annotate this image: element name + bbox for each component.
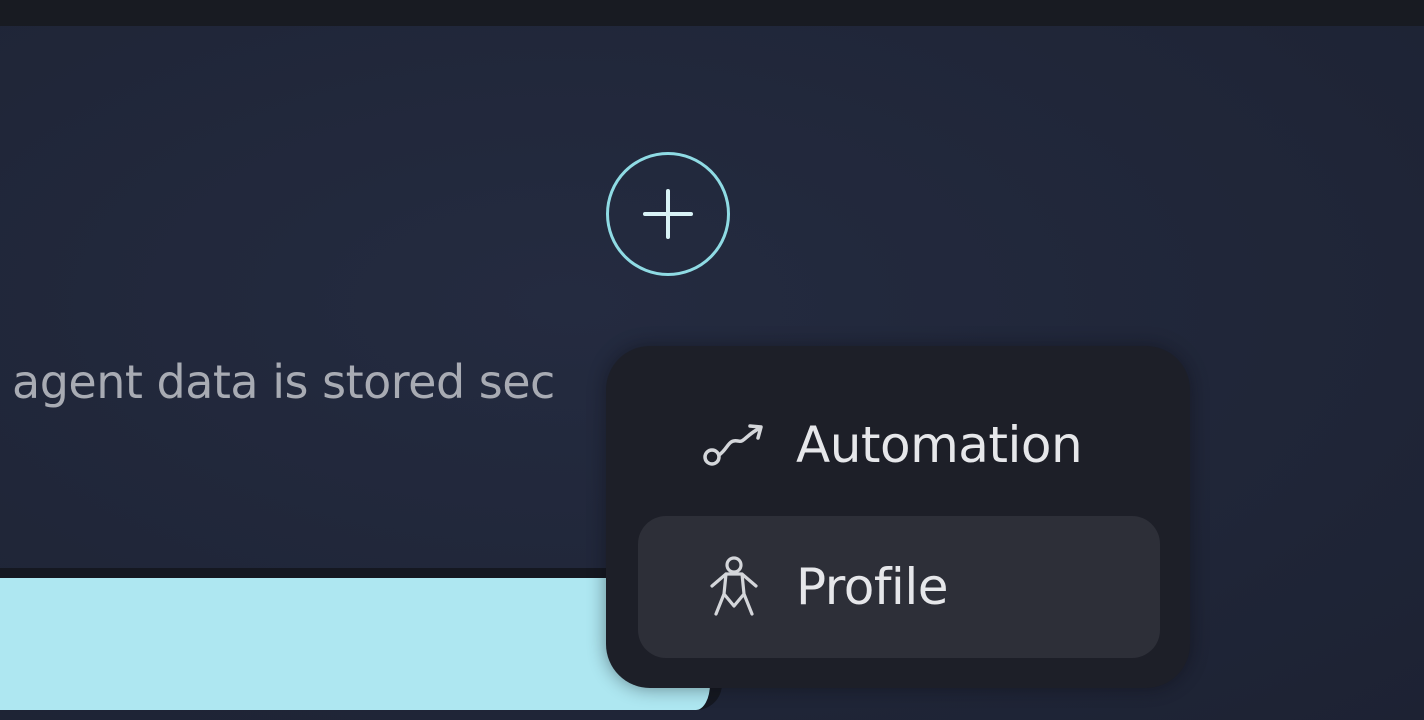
menu-label-profile: Profile bbox=[796, 558, 948, 616]
add-menu: Automation Profile bbox=[606, 346, 1190, 688]
add-button[interactable] bbox=[606, 152, 730, 276]
menu-label-automation: Automation bbox=[796, 416, 1083, 474]
menu-item-automation[interactable]: Automation bbox=[638, 374, 1160, 516]
plus-icon bbox=[643, 189, 693, 239]
person-icon bbox=[702, 555, 766, 619]
info-text: agent data is stored sec bbox=[12, 355, 555, 409]
top-bar bbox=[0, 0, 1424, 26]
automation-icon bbox=[702, 413, 766, 477]
menu-item-profile[interactable]: Profile bbox=[638, 516, 1160, 658]
